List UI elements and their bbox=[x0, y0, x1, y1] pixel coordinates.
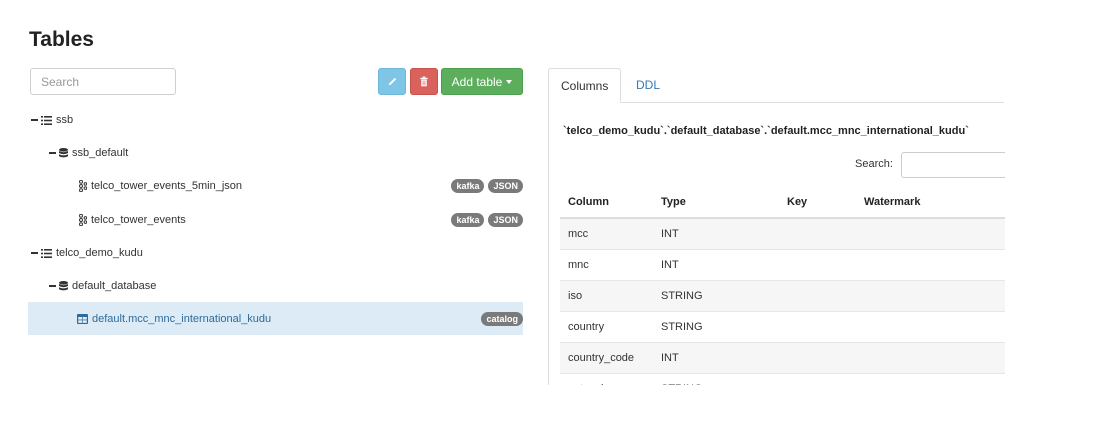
cell-type: INT bbox=[653, 342, 779, 374]
table-row: mnc INT bbox=[560, 249, 1005, 281]
caret-down-icon bbox=[506, 79, 513, 84]
delete-button[interactable] bbox=[410, 68, 438, 95]
cell-column: network bbox=[560, 373, 653, 385]
table-title: `telco_demo_kudu`.`default_database`.`de… bbox=[563, 125, 969, 137]
cell-type: STRING bbox=[653, 280, 779, 312]
trash-icon bbox=[420, 76, 428, 87]
tree-item-label: telco_demo_kudu bbox=[56, 247, 143, 259]
tree-item-label: ssb_default bbox=[72, 147, 129, 159]
collapse-icon bbox=[31, 119, 38, 121]
kafka-badge: kafka bbox=[451, 213, 485, 227]
column-header-watermark[interactable]: Watermark bbox=[856, 186, 1005, 219]
cell-column: country_code bbox=[560, 342, 653, 374]
cell-watermark bbox=[856, 280, 1005, 312]
json-badge: JSON bbox=[488, 179, 523, 193]
tree-item-default-mcc-mnc-international-kudu[interactable]: default.mcc_mnc_international_kudu catal… bbox=[28, 302, 523, 335]
table-icon bbox=[77, 313, 88, 324]
cell-column: mcc bbox=[560, 218, 653, 250]
cell-column: mnc bbox=[560, 249, 653, 281]
page-title: Tables bbox=[29, 28, 94, 51]
columns-table: Column Type Key Watermark mcc INT mnc IN… bbox=[560, 186, 1005, 385]
cell-key bbox=[779, 373, 856, 385]
cell-column: country bbox=[560, 311, 653, 343]
tab-ddl[interactable]: DDL bbox=[624, 68, 672, 102]
tree-item-ssb[interactable]: ssb bbox=[28, 104, 523, 136]
tree-item-label: ssb bbox=[56, 114, 74, 126]
pencil-icon bbox=[388, 77, 396, 86]
collapse-icon bbox=[49, 285, 56, 287]
list-icon bbox=[41, 115, 52, 125]
cell-type: INT bbox=[653, 218, 779, 250]
collapse-icon bbox=[31, 252, 38, 254]
cell-type: STRING bbox=[653, 311, 779, 343]
kafka-badge: kafka bbox=[451, 179, 485, 193]
add-table-label: Add table bbox=[451, 74, 503, 89]
columns-panel: `telco_demo_kudu`.`default_database`.`de… bbox=[548, 102, 1005, 385]
table-row: network STRING bbox=[560, 373, 1005, 385]
tree-item-label: default.mcc_mnc_international_kudu bbox=[92, 312, 272, 325]
table-search-input[interactable] bbox=[901, 152, 1005, 178]
column-header-key[interactable]: Key bbox=[779, 186, 856, 219]
tree-item-telco-tower-events-5min-json[interactable]: telco_tower_events_5min_json kafka JSON bbox=[28, 170, 523, 202]
tree-item-telco-tower-events[interactable]: telco_tower_events kafka JSON bbox=[28, 204, 523, 236]
cell-column: iso bbox=[560, 280, 653, 312]
table-row: country STRING bbox=[560, 311, 1005, 343]
table-row: country_code INT bbox=[560, 342, 1005, 374]
cell-watermark bbox=[856, 249, 1005, 281]
kafka-icon bbox=[79, 214, 87, 226]
cell-type: STRING bbox=[653, 373, 779, 385]
tree-item-label: default_database bbox=[72, 280, 157, 292]
table-search-label: Search: bbox=[855, 158, 893, 170]
tab-columns[interactable]: Columns bbox=[548, 68, 622, 103]
search-input[interactable] bbox=[30, 68, 176, 95]
column-header-type[interactable]: Type bbox=[653, 186, 779, 219]
add-table-button[interactable]: Add table bbox=[441, 68, 523, 95]
edit-button[interactable] bbox=[378, 68, 406, 95]
tree-item-default-database[interactable]: default_database bbox=[28, 270, 523, 302]
column-header-column[interactable]: Column bbox=[560, 186, 653, 219]
cell-watermark bbox=[856, 373, 1005, 385]
json-badge: JSON bbox=[488, 213, 523, 227]
tree-item-telco-demo-kudu[interactable]: telco_demo_kudu bbox=[28, 237, 523, 269]
collapse-icon bbox=[49, 152, 56, 154]
cell-key bbox=[779, 280, 856, 312]
cell-watermark bbox=[856, 218, 1005, 250]
cell-key bbox=[779, 249, 856, 281]
table-row: mcc INT bbox=[560, 218, 1005, 250]
tree-item-label: telco_tower_events bbox=[91, 214, 186, 226]
table-row: iso STRING bbox=[560, 280, 1005, 312]
cell-type: INT bbox=[653, 249, 779, 281]
database-icon bbox=[59, 148, 68, 158]
cell-watermark bbox=[856, 311, 1005, 343]
database-icon bbox=[59, 281, 68, 291]
list-icon bbox=[41, 248, 52, 258]
cell-key bbox=[779, 218, 856, 250]
cell-key bbox=[779, 342, 856, 374]
tree-item-label: telco_tower_events_5min_json bbox=[91, 180, 243, 192]
catalog-badge: catalog bbox=[481, 311, 523, 326]
tree-item-ssb-default[interactable]: ssb_default bbox=[28, 137, 523, 169]
details-tabs: Columns DDL bbox=[548, 68, 1004, 103]
kafka-icon bbox=[79, 180, 87, 192]
cell-watermark bbox=[856, 342, 1005, 374]
cell-key bbox=[779, 311, 856, 343]
